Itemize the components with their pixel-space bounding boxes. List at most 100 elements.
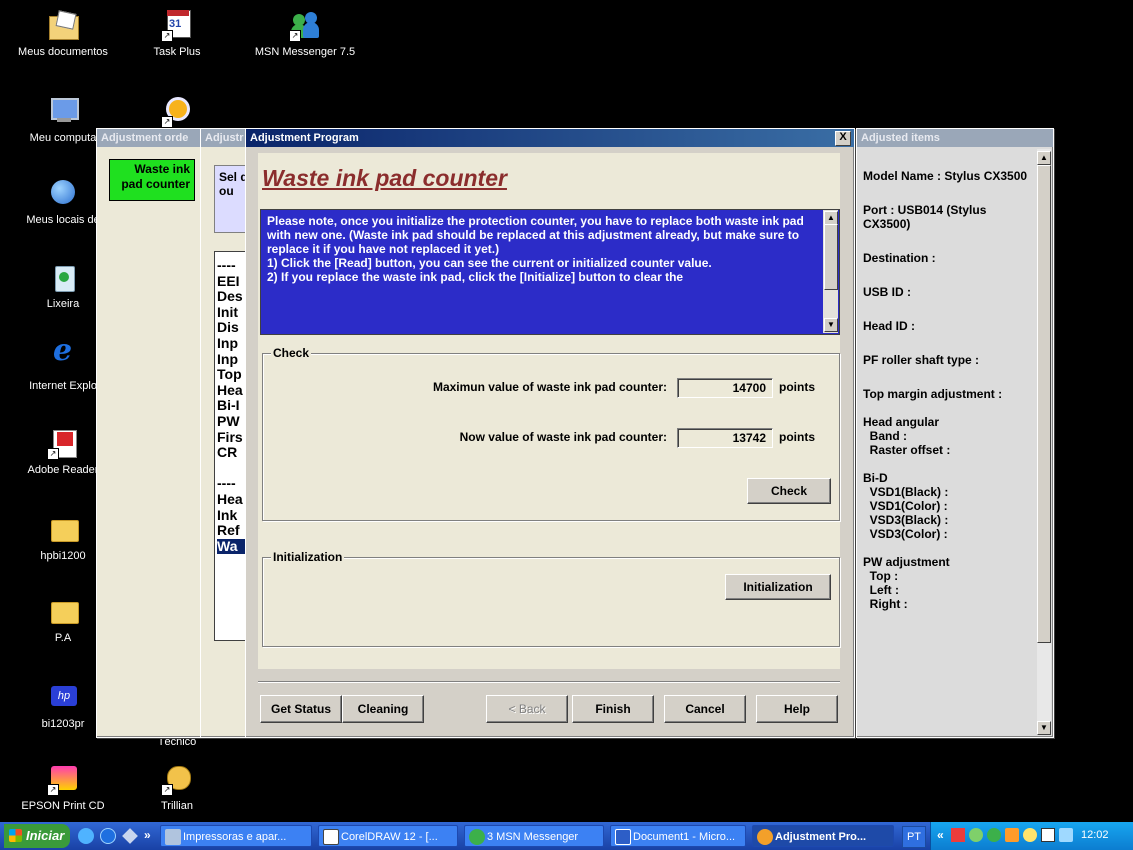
desktop-icon-trillian[interactable]: ↗ Trillian xyxy=(122,764,232,813)
scroll-up-icon[interactable]: ▲ xyxy=(1037,151,1051,165)
calendar-icon[interactable] xyxy=(1041,828,1055,842)
cancel-button[interactable]: Cancel xyxy=(664,695,746,723)
back-button[interactable]: < Back xyxy=(486,695,568,723)
taskbar-item-coreldraw[interactable]: CorelDRAW 12 - [... xyxy=(318,825,458,847)
adjustment-program-icon xyxy=(757,829,773,845)
adjusted-item: USB ID : xyxy=(863,285,911,299)
desktop-icon-label: Task Plus xyxy=(153,46,201,58)
adjusted-item: Top margin adjustment : xyxy=(863,387,1003,401)
initialization-group: Initialization Initialization xyxy=(262,550,840,647)
quicklaunch-chevron-icon[interactable]: » xyxy=(144,828,151,842)
documents-folder-icon xyxy=(45,10,81,42)
tray-icon[interactable] xyxy=(951,828,965,842)
printer-icon xyxy=(165,829,181,845)
adjusted-item: Bi-D VSD1(Black) : VSD1(Color) : VSD3(Bl… xyxy=(863,471,949,541)
now-value-label: Now value of waste ink pad counter: xyxy=(459,430,667,444)
max-value-label: Maximun value of waste ink pad counter: xyxy=(432,380,667,394)
adjusted-item: Destination : xyxy=(863,251,936,265)
content-panel: Waste ink pad counter Please note, once … xyxy=(258,153,840,669)
close-icon: X xyxy=(839,131,847,143)
show-desktop-icon[interactable] xyxy=(78,828,94,844)
adjusted-items-scrollbar[interactable]: ▲ ▼ xyxy=(1037,149,1051,735)
taskbar: Iniciar » Impressoras e apar... CorelDRA… xyxy=(0,822,1133,850)
desktop-icon-task-plus[interactable]: 31 ↗ Task Plus xyxy=(122,10,232,59)
description-scrollbar[interactable]: ▲ ▼ xyxy=(823,210,838,333)
close-button[interactable]: X xyxy=(835,131,851,146)
adjusted-item: PW adjustment Top : Left : Right : xyxy=(863,555,950,611)
volume-icon[interactable] xyxy=(1059,828,1073,842)
now-value-field: 13742 xyxy=(677,428,773,448)
desktop-icon-label: EPSON Print CD xyxy=(21,800,105,812)
language-indicator[interactable]: PT xyxy=(902,826,926,848)
start-button[interactable]: Iniciar xyxy=(4,824,70,848)
get-status-button[interactable]: Get Status xyxy=(260,695,342,723)
taskbar-item-msn-messenger[interactable]: 3 MSN Messenger xyxy=(464,825,604,847)
scroll-down-icon[interactable]: ▼ xyxy=(1037,721,1051,735)
start-label: Iniciar xyxy=(26,828,65,843)
desktop-icon-label: MSN Messenger 7.5 xyxy=(254,46,356,58)
epson-print-cd-icon: ↗ xyxy=(45,764,81,796)
internet-explorer-icon[interactable] xyxy=(100,828,116,844)
windows-logo-icon xyxy=(9,829,22,842)
adjusted-items-window[interactable]: Adjusted items Model Name : Stylus CX350… xyxy=(856,128,1054,738)
clock: 12:02 xyxy=(1081,829,1109,841)
check-button[interactable]: Check xyxy=(747,478,831,504)
initialization-button[interactable]: Initialization xyxy=(725,574,831,600)
coreldraw-icon xyxy=(323,829,339,845)
desktop-icon-meus-documentos[interactable]: Meus documentos xyxy=(8,10,118,59)
tray-icon[interactable] xyxy=(1023,828,1037,842)
calendar-icon: 31 ↗ xyxy=(159,10,195,42)
recycle-bin-icon xyxy=(45,262,81,294)
scroll-thumb[interactable] xyxy=(824,224,838,290)
check-group-title: Check xyxy=(271,346,312,360)
desktop-icon-shortcut[interactable]: ↗ xyxy=(122,96,232,132)
tray-expand-chevron-icon[interactable]: « xyxy=(937,828,944,842)
quicklaunch-icon[interactable] xyxy=(122,828,138,844)
scroll-up-icon[interactable]: ▲ xyxy=(824,211,838,225)
taskbar-item-label: Impressoras e apar... xyxy=(183,831,287,843)
adjustment-order-window[interactable]: Adjustment orde Waste ink pad counter xyxy=(96,128,210,738)
tray-icon[interactable] xyxy=(969,828,983,842)
adjusted-item: PF roller shaft type : xyxy=(863,353,980,367)
adobe-reader-icon: ↗ xyxy=(45,428,81,460)
check-group: Check Maximun value of waste ink pad cou… xyxy=(262,346,840,521)
order-item-waste-ink-pad[interactable]: Waste ink pad counter xyxy=(109,159,195,201)
window-title: Adjustment orde xyxy=(97,129,209,147)
desktop-icon-epson-print-cd[interactable]: ↗ EPSON Print CD xyxy=(8,764,118,813)
trillian-icon: ↗ xyxy=(159,764,195,796)
adjusted-item: Head ID : xyxy=(863,319,916,333)
folder-icon xyxy=(45,514,81,546)
tray-icon[interactable] xyxy=(987,828,1001,842)
network-globe-icon xyxy=(45,178,81,210)
taskbar-item-impressoras[interactable]: Impressoras e apar... xyxy=(160,825,312,847)
taskbar-item-label: 3 MSN Messenger xyxy=(487,831,579,843)
cleaning-button[interactable]: Cleaning xyxy=(342,695,424,723)
msn-people-icon xyxy=(469,829,485,845)
scroll-down-icon[interactable]: ▼ xyxy=(824,318,838,332)
sun-icon: ↗ xyxy=(159,96,195,128)
max-value-field: 14700 xyxy=(677,378,773,398)
taskbar-item-document1[interactable]: Document1 - Micro... xyxy=(610,825,746,847)
internet-explorer-icon: e xyxy=(53,333,73,368)
taskbar-item-adjustment-program[interactable]: Adjustment Pro... xyxy=(752,825,894,847)
finish-button[interactable]: Finish xyxy=(572,695,654,723)
desktop-icon-label: Trillian xyxy=(161,800,193,812)
folder-icon xyxy=(45,596,81,628)
adjusted-item: Port : USB014 (Stylus CX3500) xyxy=(863,203,990,231)
adjustment-program-window[interactable]: Adjustment Program X Waste ink pad count… xyxy=(245,128,855,738)
initialization-group-title: Initialization xyxy=(271,550,345,564)
now-value-unit: points xyxy=(779,430,815,444)
description-box: Please note, once you initialize the pro… xyxy=(260,209,840,335)
adjusted-item: Head angular Band : Raster offset : xyxy=(863,415,951,457)
msn-people-icon: ↗ xyxy=(287,10,323,42)
hp-icon: hp xyxy=(45,682,81,714)
computer-icon xyxy=(45,96,81,128)
page-title: Waste ink pad counter xyxy=(262,165,507,191)
scroll-thumb[interactable] xyxy=(1037,165,1051,643)
tray-icon[interactable] xyxy=(1005,828,1019,842)
word-document-icon xyxy=(615,829,631,845)
window-title: Adjusted items xyxy=(857,129,1053,147)
desktop-icon-msn-messenger[interactable]: ↗ MSN Messenger 7.5 xyxy=(240,10,370,59)
help-button[interactable]: Help xyxy=(756,695,838,723)
taskbar-item-label: CorelDRAW 12 - [... xyxy=(341,831,438,843)
